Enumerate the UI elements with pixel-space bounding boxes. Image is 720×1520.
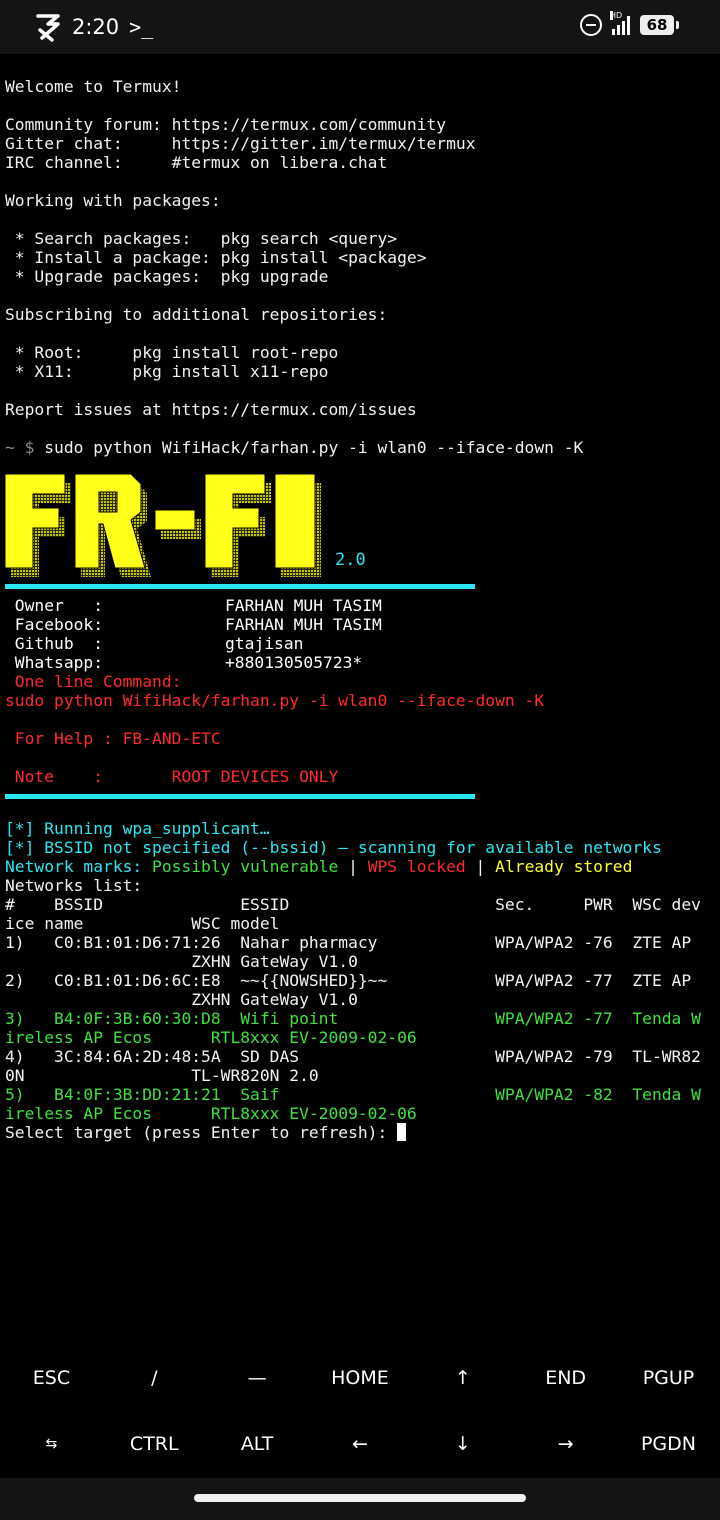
key-pgdn[interactable]: PGDN [617,1411,720,1477]
termux-logo-icon [36,14,60,42]
irc-line: IRC channel: #termux on libera.chat [5,153,388,172]
terminal-prompt-icon: >_ [129,15,154,39]
key-tab[interactable]: ⇆ [0,1411,103,1477]
report-line: Report issues at https://termux.com/issu… [5,400,417,419]
facebook-value: FARHAN MUH TASIM [225,615,382,634]
command-line: ~ $ sudo python WifiHack/farhan.py -i wl… [5,438,717,457]
key-slash[interactable]: / [103,1345,206,1411]
network-row-2-wrap: ZXHN GateWay V1.0 [5,990,358,1009]
owner-line: Owner : FARHAN MUH TASIM [5,596,717,615]
packages-header: Working with packages: [5,191,221,210]
whatsapp-value: +880130505723* [225,653,363,672]
columns-header-wrap: ice name WSC model [5,914,280,933]
terminal-output[interactable]: Welcome to Termux! Community forum: http… [5,77,717,1142]
whatsapp-line: Whatsapp: +880130505723* [5,653,717,672]
network-row-1: 1) C0:B1:01:D6:71:26 Nahar pharmacy WPA/… [5,933,692,952]
battery-icon: 68 [640,15,679,35]
network-row-4: 4) 3C:84:6A:2D:48:5A SD DAS WPA/WPA2 -79… [5,1047,701,1066]
pkg-search-line: * Search packages: pkg search <query> [5,229,398,248]
whatsapp-label: Whatsapp: [5,653,104,672]
key-ctrl[interactable]: CTRL [103,1411,206,1477]
welcome-line: Welcome to Termux! [5,77,182,96]
network-row-5-wrap: ireless AP Ecos RTL8xxx EV-2009-02-06 [5,1104,417,1123]
github-line: Github : gtajisan [5,634,717,653]
marks-label: Network marks: [5,857,143,876]
status-time: 2:20 [72,15,120,39]
key-dash[interactable]: — [206,1345,309,1411]
community-line: Community forum: https://termux.com/comm… [5,115,447,134]
facebook-line: Facebook: FARHAN MUH TASIM [5,615,717,634]
owner-label: Owner : [5,596,104,615]
bssid-notice-line: [*] BSSID not specified (--bssid) — scan… [5,838,662,857]
do-not-disturb-icon [580,14,602,36]
facebook-label: Facebook: [5,615,104,634]
version-label: 2.0 [335,550,366,570]
network-row-5: 5) B4:0F:3B:DD:21:21 Saif WPA/WPA2 -82 T… [5,1085,701,1104]
extra-keys-bar: ESC / — HOME ↑ END PGUP ⇆ CTRL ALT ← ↓ →… [0,1345,720,1477]
gitter-line: Gitter chat: https://gitter.im/termux/te… [5,134,476,153]
repos-header: Subscribing to additional repositories: [5,305,388,324]
tool-banner: 2.0 [5,457,717,577]
repo-x11-line: * X11: pkg install x11-repo [5,362,329,381]
divider-bottom [5,794,475,799]
mark-vulnerable: Possibly vulnerable [142,857,339,876]
prompt-symbol: ~ $ [5,438,35,457]
columns-header: # BSSID ESSID Sec. PWR WSC dev [5,895,701,914]
mark-separator: | [338,857,368,876]
oneline-label: One line Command: [5,672,182,691]
navigation-bar [0,1478,720,1520]
key-arrow-down[interactable]: ↓ [411,1411,514,1477]
network-type-label: HD [610,11,623,20]
mark-locked: WPS locked [367,857,466,876]
network-marks-line: Network marks: Possibly vulnerable | WPS… [5,857,717,876]
select-target-line[interactable]: Select target (press Enter to refresh): [5,1123,717,1142]
key-esc[interactable]: ESC [0,1345,103,1411]
mark-stored: Already stored [495,857,633,876]
key-arrow-right[interactable]: → [514,1411,617,1477]
network-row-4-wrap: 0N TL-WR820N 2.0 [5,1066,319,1085]
oneline-command: sudo python WifiHack/farhan.py -i wlan0 … [5,691,545,710]
command-text: sudo python WifiHack/farhan.py -i wlan0 … [34,438,584,457]
key-home[interactable]: HOME [309,1345,412,1411]
pkg-install-line: * Install a package: pkg install <packag… [5,248,427,267]
key-arrow-left[interactable]: ← [309,1411,412,1477]
network-row-3: 3) B4:0F:3B:60:30:D8 Wifi point WPA/WPA2… [5,1009,701,1028]
owner-value: FARHAN MUH TASIM [225,596,382,615]
status-bar: 2:20 >_ HD 68 [0,0,720,54]
network-row-2: 2) C0:B1:01:D6:6C:E8 ~~{{NOWSHED}}~~ WPA… [5,971,692,990]
key-pgup[interactable]: PGUP [617,1345,720,1411]
key-arrow-up[interactable]: ↑ [411,1345,514,1411]
network-row-3-wrap: ireless AP Ecos RTL8xxx EV-2009-02-06 [5,1028,417,1047]
network-row-1-wrap: ZXHN GateWay V1.0 [5,952,358,971]
running-line: [*] Running wpa_supplicant… [5,819,270,838]
repo-root-line: * Root: pkg install root-repo [5,343,339,362]
key-end[interactable]: END [514,1345,617,1411]
fr-fi-logo [5,474,321,577]
terminal-cursor[interactable] [397,1123,407,1141]
github-value: gtajisan [225,634,304,653]
select-target-prompt: Select target (press Enter to refresh): [5,1123,398,1142]
note-line: Note : ROOT DEVICES ONLY [5,767,339,786]
mark-separator-2: | [465,857,496,876]
home-indicator[interactable] [194,1494,526,1502]
signal-icon: HD [610,11,630,35]
key-alt[interactable]: ALT [206,1411,309,1477]
pkg-upgrade-line: * Upgrade packages: pkg upgrade [5,267,329,286]
help-line: For Help : FB-AND-ETC [5,729,221,748]
networks-list-header: Networks list: [5,876,143,895]
github-label: Github : [5,634,104,653]
